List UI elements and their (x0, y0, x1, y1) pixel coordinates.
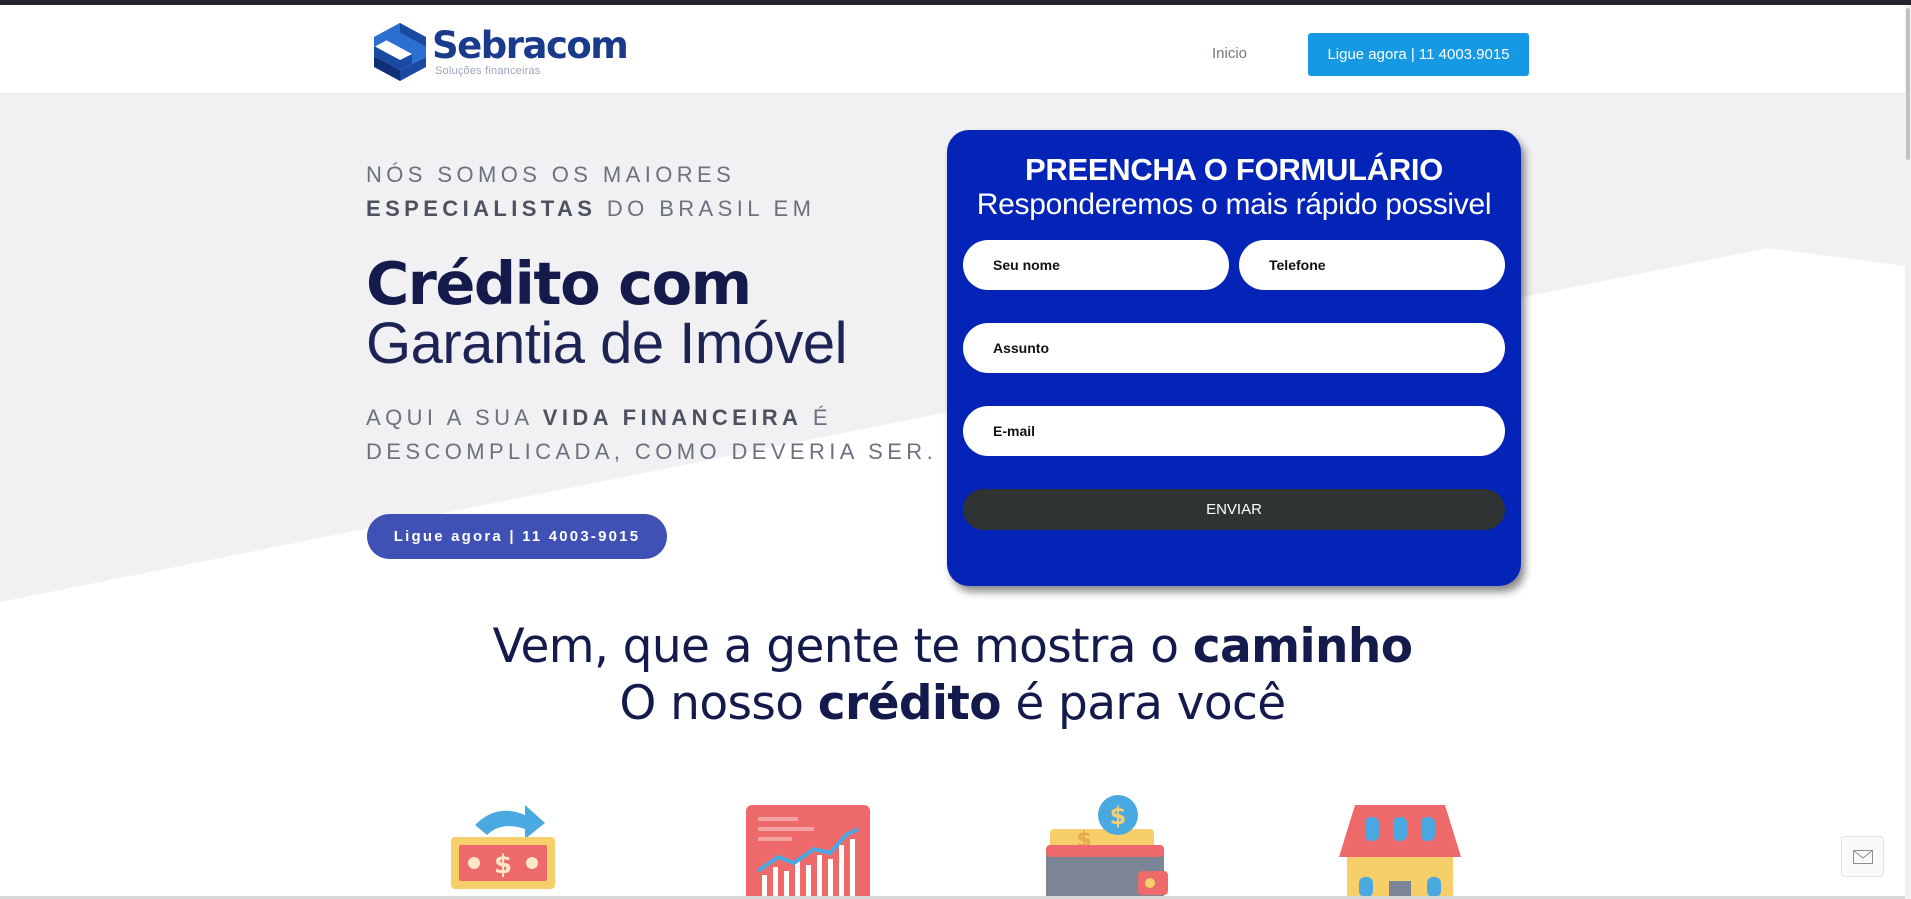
logo[interactable]: Sebracom Soluções financeiras (372, 19, 629, 85)
sub-start: AQUI A SUA (366, 405, 543, 430)
tagline-line2-end: é para você (1000, 676, 1286, 731)
tagline-line1-bold: caminho (1192, 619, 1413, 674)
submit-button[interactable]: ENVIAR (963, 489, 1505, 530)
logo-text: Sebracom Soluções financeiras (432, 21, 629, 83)
eyebrow-bold: ESPECIALISTAS (366, 196, 597, 221)
subject-input[interactable] (963, 323, 1505, 373)
message-widget-button[interactable] (1841, 836, 1884, 877)
phone-input[interactable] (1239, 240, 1505, 290)
hero-title: Crédito com Garantia de Imóvel (366, 249, 848, 376)
hero-call-button[interactable]: Ligue agora | 11 4003-9015 (367, 514, 667, 559)
hero-title-bold: Crédito com (366, 249, 752, 318)
sub-bold: VIDA FINANCEIRA (542, 405, 803, 430)
contact-form: PREENCHA O FORMULÁRIO Responderemos o ma… (947, 130, 1521, 586)
house-icon (1335, 795, 1465, 899)
hero-eyebrow: NÓS SOMOS OS MAIORES ESPECIALISTAS DO BR… (366, 158, 815, 226)
tagline: Vem, que a gente te mostra o caminho O n… (0, 618, 1905, 732)
tagline-line2-bold: crédito (817, 676, 1002, 731)
site-header: Sebracom Soluções financeiras Inicio Lig… (0, 5, 1905, 94)
envelope-icon (1852, 849, 1873, 864)
logo-mark-icon (374, 23, 426, 81)
form-subtitle: Responderemos o mais rápido possivel (976, 188, 1492, 221)
hero-title-light: Garantia de Imóvel (366, 311, 848, 376)
scrollbar-thumb[interactable] (1906, 8, 1910, 160)
form-title: PREENCHA O FORMULÁRIO (1025, 152, 1443, 187)
hero-subtitle: AQUI A SUA VIDA FINANCEIRA É DESCOMPLICA… (366, 401, 937, 469)
money-transfer-icon: $ (437, 795, 567, 899)
eyebrow-rest: DO BRASIL EM (596, 196, 816, 221)
logo-name: Sebracom (432, 24, 629, 67)
svg-text:$: $ (494, 850, 512, 880)
sub-end: É (802, 405, 832, 430)
tagline-line2-start: O nosso (619, 676, 818, 731)
tagline-line1-start: Vem, que a gente te mostra o (492, 619, 1193, 674)
header-call-button[interactable]: Ligue agora | 11 4003.9015 (1308, 33, 1529, 76)
sub-line2: DESCOMPLICADA, COMO DEVERIA SER. (366, 439, 938, 464)
email-input[interactable] (963, 406, 1505, 456)
svg-text:$: $ (1110, 802, 1127, 830)
wallet-coins-icon: $ $ (1042, 795, 1172, 899)
eyebrow-line1: NÓS SOMOS OS MAIORES (366, 162, 736, 187)
name-input[interactable] (963, 240, 1229, 290)
growth-chart-icon (742, 795, 872, 899)
logo-tagline: Soluções financeiras (435, 65, 541, 77)
nav-link-inicio[interactable]: Inicio (1212, 45, 1247, 62)
